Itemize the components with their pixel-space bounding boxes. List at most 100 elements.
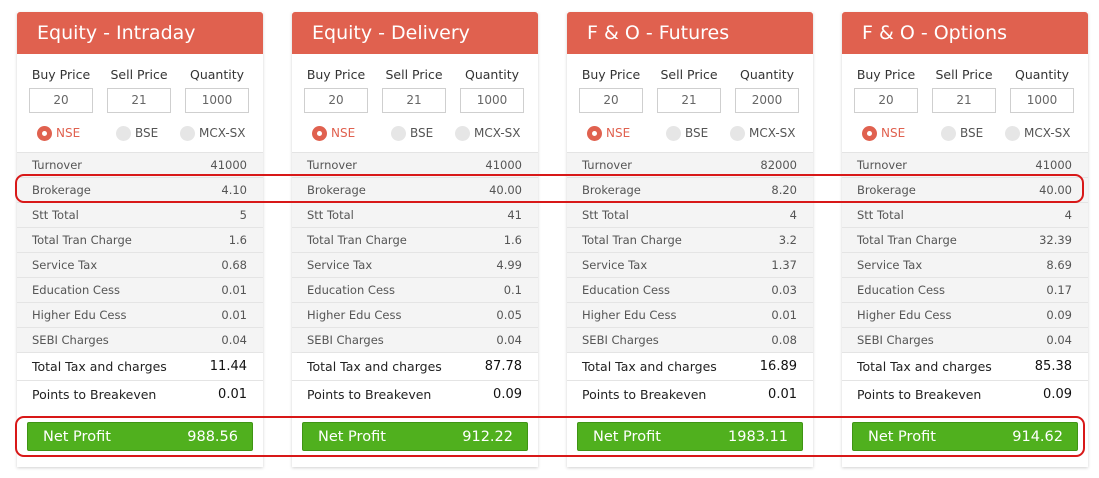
sell-price-input[interactable]: 21 [107, 88, 171, 113]
charge-label: Total Tran Charge [857, 233, 957, 247]
radio-nse[interactable]: NSE [37, 124, 80, 142]
charge-value: 0.01 [218, 387, 247, 402]
charge-row-education-cess: Education Cess 0.1 [292, 277, 538, 302]
charge-row-total-tax-and-charges: Total Tax and charges 87.78 [292, 352, 538, 380]
charge-value: 0.04 [1046, 333, 1072, 347]
charge-label: Total Tran Charge [307, 233, 407, 247]
charges-table: Turnover 41000 Brokerage 40.00 Stt Total 4 Tot… [842, 152, 1088, 408]
net-profit-value: 914.62 [1012, 428, 1063, 445]
quantity-field: Quantity 1000 [179, 66, 255, 113]
charge-value: 0.1 [503, 283, 522, 297]
charge-row-total-tax-and-charges: Total Tax and charges 16.89 [567, 352, 813, 380]
charge-label: SEBI Charges [857, 333, 934, 347]
radio-bse[interactable]: BSE [116, 124, 158, 142]
charge-label: Total Tax and charges [307, 359, 442, 374]
buy-price-input[interactable]: 20 [854, 88, 918, 113]
sell-price-input[interactable]: 21 [382, 88, 446, 113]
exchange-radios: NSE BSE MCX-SX [17, 124, 263, 142]
sell-price-input[interactable]: 21 [932, 88, 996, 113]
charge-value: 40.00 [489, 183, 522, 197]
charge-value: 0.04 [221, 333, 247, 347]
charge-label: Turnover [307, 158, 358, 172]
net-profit-bar: Net Profit 912.22 [302, 422, 528, 451]
radio-dot-icon [455, 125, 470, 141]
radio-label: NSE [56, 126, 81, 140]
buy-price-input[interactable]: 20 [579, 88, 643, 113]
charge-value: 0.08 [771, 333, 797, 347]
charge-label: Stt Total [307, 208, 354, 222]
charge-label: Points to Breakeven [307, 387, 432, 402]
radio-nse[interactable]: NSE [312, 124, 355, 142]
card-title: F & O - Options [842, 12, 1088, 54]
charge-row-stt-total: Stt Total 5 [17, 202, 263, 227]
radio-label: BSE [135, 126, 159, 140]
charge-value: 3.2 [778, 233, 797, 247]
buy-price-input[interactable]: 20 [304, 88, 368, 113]
charge-value: 0.17 [1046, 283, 1072, 297]
charge-label: Higher Edu Cess [857, 308, 952, 322]
charge-value: 11.44 [209, 359, 247, 374]
sell-price-input[interactable]: 21 [657, 88, 721, 113]
net-profit-bar: Net Profit 1983.11 [577, 422, 803, 451]
quantity-input[interactable]: 1000 [1010, 88, 1074, 113]
charge-value: 41000 [210, 158, 247, 172]
quantity-label: Quantity [189, 67, 245, 82]
charge-label: Service Tax [857, 258, 923, 272]
sell-price-field: Sell Price 21 [651, 66, 727, 113]
charge-label: SEBI Charges [582, 333, 659, 347]
charge-row-total-tran-charge: Total Tran Charge 32.39 [842, 227, 1088, 252]
charge-row-turnover: Turnover 41000 [842, 152, 1088, 177]
charge-label: Service Tax [307, 258, 373, 272]
radio-label: NSE [881, 126, 906, 140]
card-title: F & O - Futures [567, 12, 813, 54]
charge-label: Total Tax and charges [32, 359, 167, 374]
charge-value: 1.37 [771, 258, 797, 272]
charge-value: 5 [239, 208, 247, 222]
radio-dot-icon [666, 125, 681, 141]
charge-value: 40.00 [1039, 183, 1072, 197]
card-inputs: Buy Price 20 Sell Price 21 Quantity 1000… [842, 54, 1088, 152]
buy-price-label: Buy Price [581, 67, 641, 82]
radio-nse[interactable]: NSE [587, 124, 630, 142]
charge-row-points-to-breakeven: Points to Breakeven 0.01 [567, 380, 813, 408]
charge-label: Stt Total [857, 208, 904, 222]
quantity-input[interactable]: 1000 [460, 88, 524, 113]
radio-mcx-sx[interactable]: MCX-SX [1005, 124, 1071, 142]
charge-label: Points to Breakeven [32, 387, 157, 402]
radio-mcx-sx[interactable]: MCX-SX [730, 124, 796, 142]
radio-bse[interactable]: BSE [391, 124, 433, 142]
buy-price-field: Buy Price 20 [848, 66, 924, 113]
radio-dot-icon [180, 125, 195, 141]
charge-value: 0.01 [768, 387, 797, 402]
radio-label: NSE [331, 126, 356, 140]
charge-row-turnover: Turnover 41000 [292, 152, 538, 177]
charge-row-brokerage: Brokerage 40.00 [842, 177, 1088, 202]
radio-bse[interactable]: BSE [941, 124, 983, 142]
charge-value: 0.05 [496, 308, 522, 322]
quantity-input[interactable]: 2000 [735, 88, 799, 113]
charge-row-education-cess: Education Cess 0.01 [17, 277, 263, 302]
buy-price-field: Buy Price 20 [573, 66, 649, 113]
radio-nse[interactable]: NSE [862, 124, 905, 142]
charge-label: Total Tran Charge [32, 233, 132, 247]
charge-row-stt-total: Stt Total 4 [567, 202, 813, 227]
charge-label: Brokerage [857, 183, 916, 197]
calculator-cards: Equity - Intraday Buy Price 20 Sell Pric… [17, 12, 1089, 472]
charge-label: SEBI Charges [32, 333, 109, 347]
exchange-radios: NSE BSE MCX-SX [567, 124, 813, 142]
quantity-input[interactable]: 1000 [185, 88, 249, 113]
radio-mcx-sx[interactable]: MCX-SX [180, 124, 246, 142]
charge-label: Total Tax and charges [582, 359, 717, 374]
sell-price-label: Sell Price [385, 67, 443, 82]
radio-bse[interactable]: BSE [666, 124, 708, 142]
radio-label: BSE [410, 126, 434, 140]
net-profit-value: 912.22 [462, 428, 513, 445]
charge-value: 0.04 [496, 333, 522, 347]
exchange-radios: NSE BSE MCX-SX [292, 124, 538, 142]
buy-price-input[interactable]: 20 [29, 88, 93, 113]
radio-mcx-sx[interactable]: MCX-SX [455, 124, 521, 142]
charge-label: Service Tax [32, 258, 98, 272]
charge-label: Education Cess [857, 283, 945, 297]
buy-price-label: Buy Price [856, 67, 916, 82]
charge-row-sebi-charges: SEBI Charges 0.04 [292, 327, 538, 352]
